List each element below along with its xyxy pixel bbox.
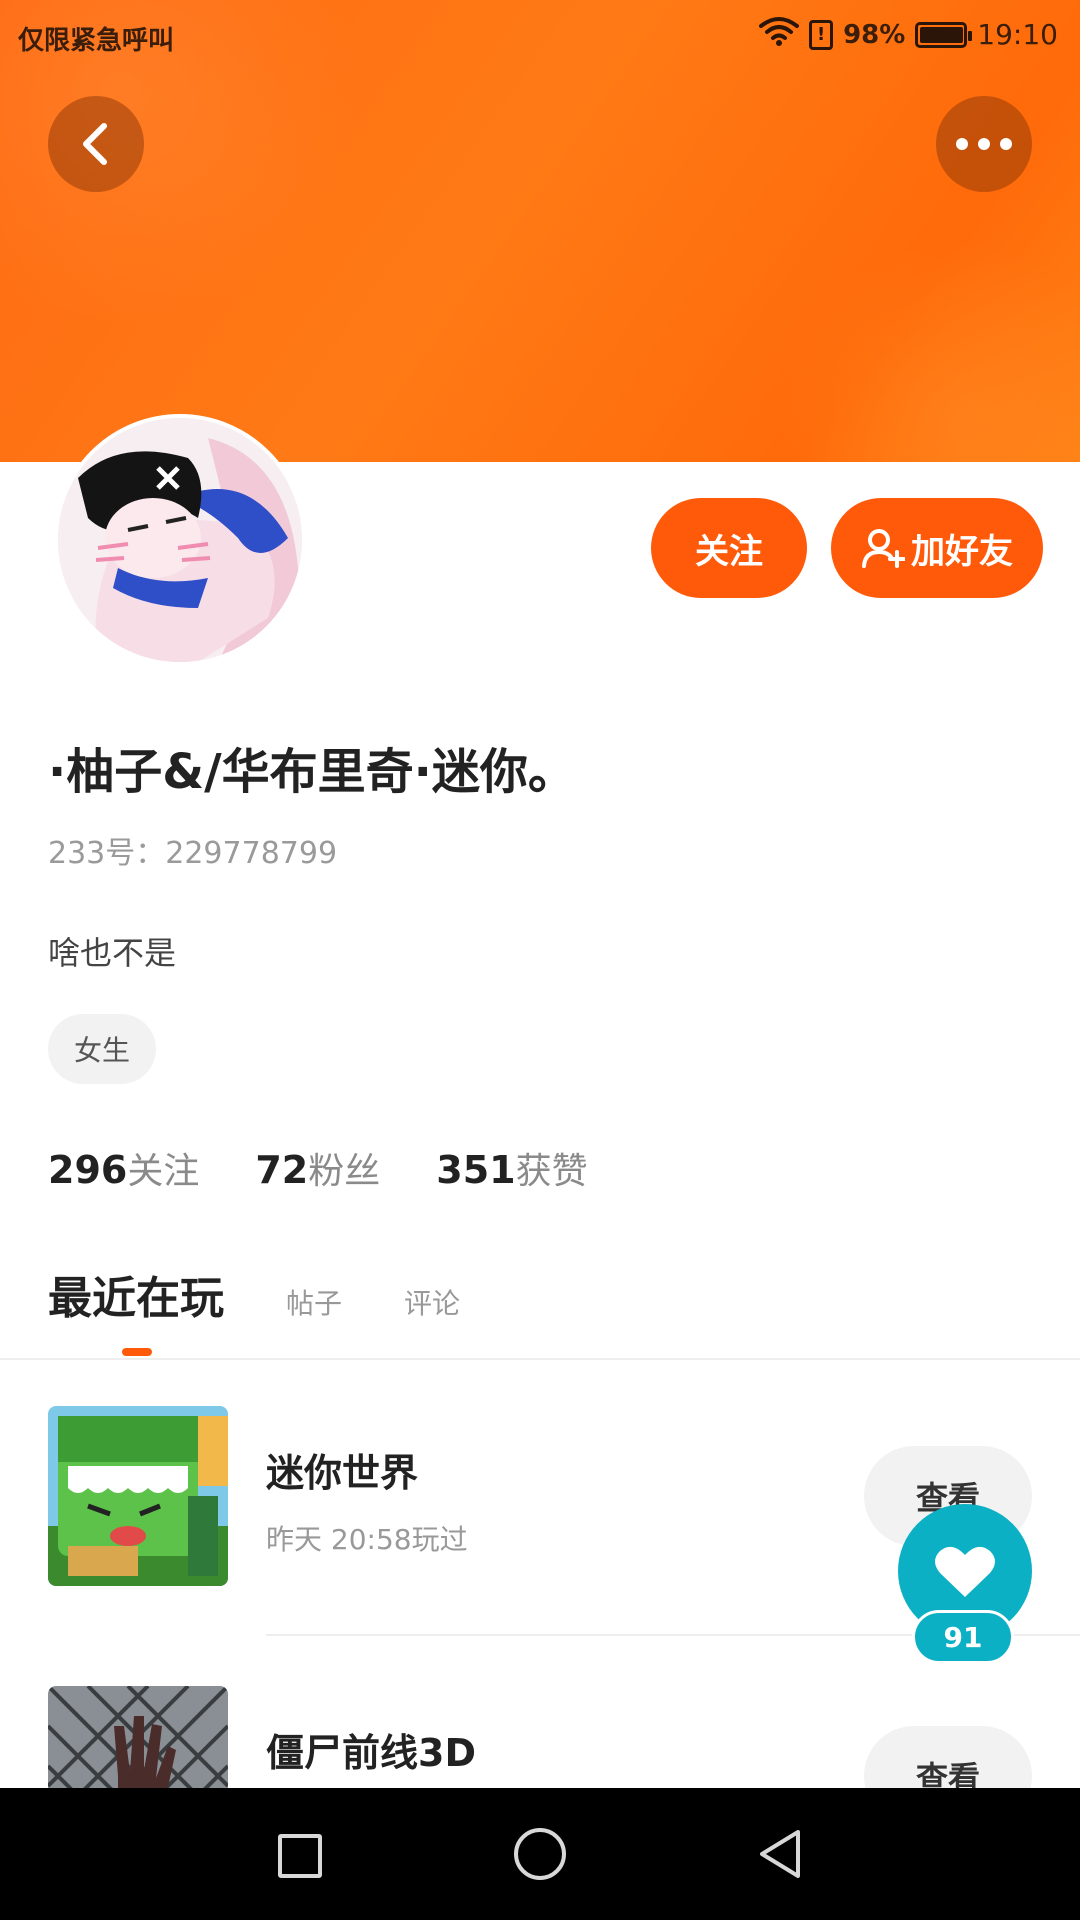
avatar[interactable]: [54, 414, 306, 666]
chevron-left-icon: [83, 123, 107, 165]
stat-label: 关注: [127, 1151, 200, 1192]
stat-likes[interactable]: 351获赞: [436, 1142, 587, 1194]
tab-comments[interactable]: 评论: [404, 1282, 460, 1322]
home-icon[interactable]: [514, 1828, 566, 1880]
user-id: 233号：229778799: [48, 836, 338, 871]
stat-number: 351: [436, 1148, 516, 1192]
navigation-bar: [0, 1788, 1080, 1920]
gender-tag: 女生: [48, 1014, 157, 1084]
add-friend-button[interactable]: 加好友: [831, 498, 1043, 598]
stat-label: 粉丝: [308, 1151, 381, 1192]
battery-icon: [915, 21, 973, 48]
wifi-icon: [759, 16, 800, 53]
recent-apps-icon[interactable]: [278, 1834, 322, 1878]
tab-indicator: [122, 1348, 152, 1356]
tab-bar: 最近在玩 帖子 评论: [48, 1262, 460, 1356]
stat-fans[interactable]: 72粉丝: [255, 1142, 380, 1194]
nickname: ·柚子&/华布里奇·迷你。: [48, 744, 576, 800]
back-button[interactable]: [48, 96, 144, 192]
more-button[interactable]: [936, 96, 1032, 192]
add-user-icon: [862, 529, 905, 568]
heart-icon: [935, 1546, 995, 1597]
more-dots-icon: [956, 138, 1012, 150]
status-bar: 仅限紧急呼叫 ! 98% 19:10: [0, 0, 1080, 72]
like-count: 91: [912, 1610, 1014, 1664]
alert-icon: !: [809, 19, 834, 50]
stat-label: 获赞: [515, 1151, 588, 1192]
emergency-call-text: 仅限紧急呼叫: [18, 26, 175, 56]
tab-recent-play[interactable]: 最近在玩: [48, 1262, 224, 1356]
battery-percent: 98%: [843, 19, 906, 50]
divider: [0, 1358, 1080, 1360]
back-icon[interactable]: [756, 1828, 804, 1880]
stat-following[interactable]: 296关注: [48, 1142, 199, 1194]
stat-number: 72: [255, 1148, 309, 1192]
game-title: 僵尸前线3D: [266, 1731, 476, 1775]
follow-button[interactable]: 关注: [651, 498, 807, 598]
stats-row: 296关注 72粉丝 351获赞: [48, 1142, 588, 1194]
bio: 啥也不是: [48, 934, 177, 972]
header-decoration: [780, 240, 1080, 462]
game-icon-mini-world: [48, 1406, 228, 1586]
tab-label: 最近在玩: [48, 1273, 224, 1324]
tab-posts[interactable]: 帖子: [286, 1282, 342, 1322]
clock: 19:10: [977, 18, 1058, 51]
status-icons: ! 98% 19:10: [759, 16, 1058, 53]
game-title: 迷你世界: [266, 1451, 419, 1495]
add-friend-label: 加好友: [911, 531, 1013, 572]
game-last-played: 昨天 20:58玩过: [266, 1523, 468, 1556]
profile-header-banner: 仅限紧急呼叫 ! 98% 19:10: [0, 0, 1080, 462]
stat-number: 296: [48, 1148, 128, 1192]
